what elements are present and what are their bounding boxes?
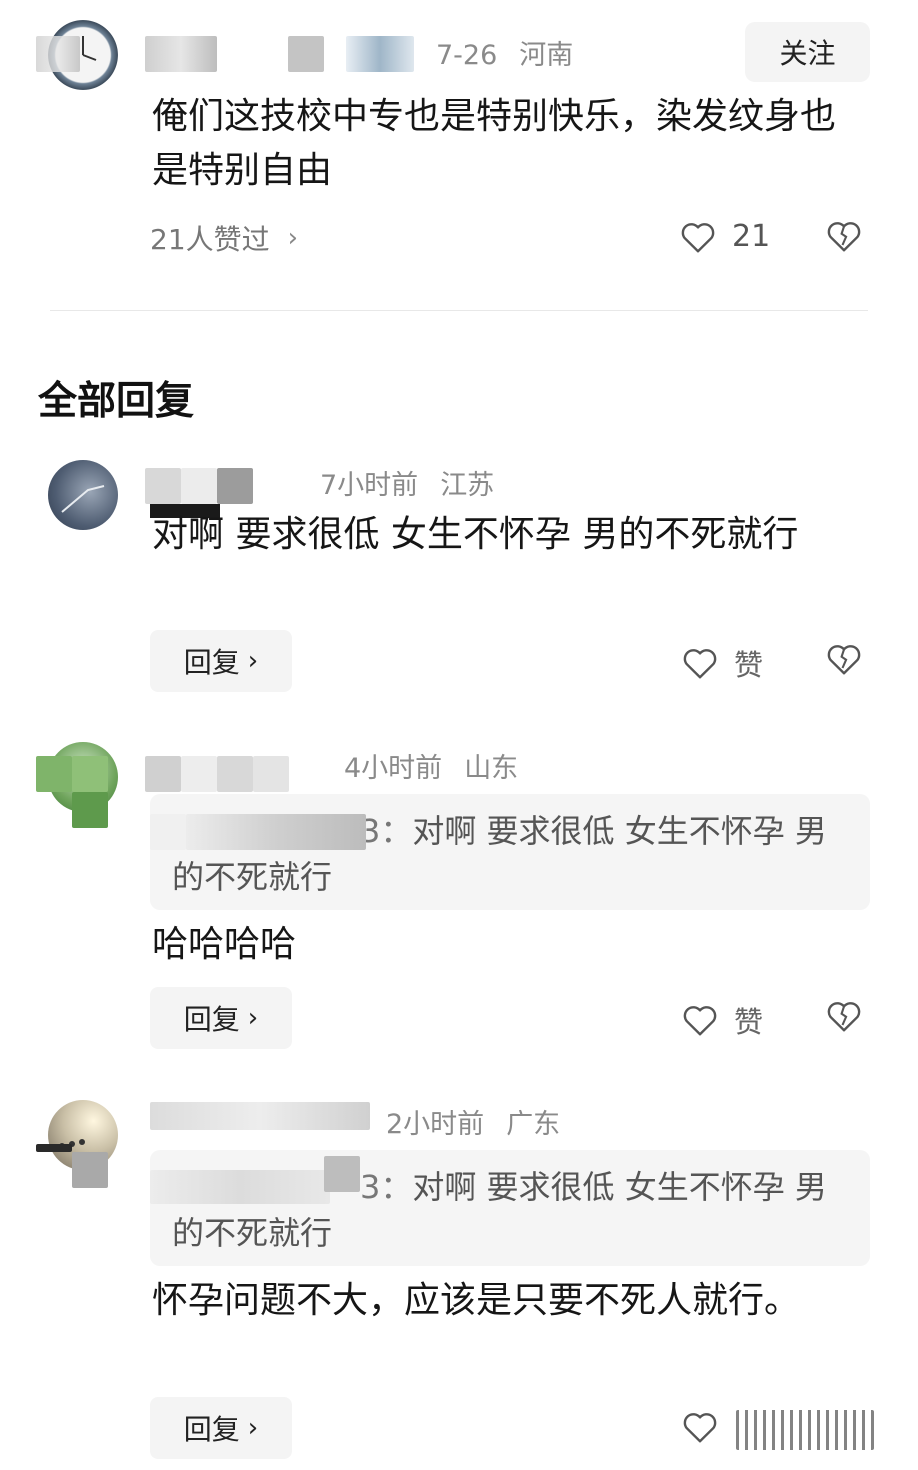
reply-button-label: 回复: [183, 1413, 240, 1446]
chevron-right-icon: ›: [287, 223, 299, 253]
reply-button[interactable]: 回复 ›: [150, 630, 292, 692]
divider: [50, 310, 868, 311]
username-redacted: [346, 36, 414, 72]
comment-meta: 7-26 河南: [436, 33, 573, 72]
username-redacted: [186, 814, 366, 850]
username-redacted: [217, 756, 253, 792]
like-button[interactable]: [682, 1410, 718, 1444]
like-label: 赞: [734, 648, 764, 682]
like-button[interactable]: 赞: [682, 642, 763, 684]
username-redacted: [150, 1170, 330, 1204]
username-redacted: [181, 756, 217, 792]
like-count: 21: [732, 219, 771, 254]
reply-meta: 2小时前 广东: [386, 1102, 560, 1141]
reply-time: 4小时前: [344, 753, 443, 784]
heart-outline-icon: [681, 222, 715, 252]
reply-button[interactable]: 回复 ›: [150, 1397, 292, 1459]
avatar-redacted: [36, 756, 72, 792]
reply-location: 江苏: [440, 470, 495, 501]
reply-button-label: 回复: [183, 1003, 240, 1036]
broken-heart-icon: [827, 645, 861, 675]
username-redacted: [145, 468, 181, 504]
avatar-redacted: [72, 792, 108, 828]
avatar[interactable]: [48, 460, 118, 530]
reply-button-label: 回复: [183, 646, 240, 679]
chevron-right-icon: ›: [247, 646, 259, 676]
dislike-button[interactable]: [826, 999, 862, 1033]
username-redacted: [150, 1102, 370, 1130]
comment-location: 河南: [519, 40, 574, 71]
username-redacted: [288, 36, 324, 72]
username-redacted: [217, 468, 253, 504]
reply-location: 山东: [464, 753, 519, 784]
reply-text: 对啊 要求很低 女生不怀孕 男的不死就行: [152, 514, 799, 555]
reply-text: 怀孕问题不大，应该是只要不死人就行。: [152, 1280, 801, 1321]
username-redacted: [181, 468, 217, 504]
username-redacted: [36, 36, 80, 72]
quoted-username: 3：: [360, 1168, 413, 1206]
username-redacted: [324, 1156, 360, 1192]
follow-button[interactable]: 关注: [745, 22, 870, 82]
broken-heart-icon: [827, 1002, 861, 1032]
reply-meta: 4小时前 山东: [344, 746, 518, 785]
redacted-area: [736, 1410, 874, 1450]
quoted-username: 3：: [360, 812, 413, 850]
username-redacted: [145, 36, 217, 72]
avatar-redacted: [72, 756, 108, 792]
quoted-reply[interactable]: 3：对啊 要求很低 女生不怀孕 男的不死就行: [150, 794, 870, 910]
reply-time: 2小时前: [386, 1109, 485, 1140]
likes-summary-text: 21人赞过: [150, 223, 270, 256]
like-label: 赞: [734, 1005, 764, 1039]
likes-summary-link[interactable]: 21人赞过 ›: [150, 218, 298, 258]
avatar-redacted: [36, 1144, 72, 1152]
reply-button[interactable]: 回复 ›: [150, 987, 292, 1049]
username-redacted: [150, 814, 186, 850]
broken-heart-icon: [827, 222, 861, 252]
like-button[interactable]: 赞: [682, 999, 763, 1041]
dislike-button[interactable]: [826, 642, 862, 676]
comment-date: 7-26: [436, 40, 498, 71]
quoted-reply[interactable]: 3：对啊 要求很低 女生不怀孕 男的不死就行: [150, 1150, 870, 1266]
chevron-right-icon: ›: [247, 1003, 259, 1033]
reply-text: 哈哈哈哈: [152, 924, 297, 965]
reply-meta: 7小时前 江苏: [320, 463, 494, 502]
like-button[interactable]: 21: [680, 219, 770, 254]
username-redacted: [145, 756, 181, 792]
username-redacted: [253, 756, 289, 792]
dislike-button[interactable]: [826, 219, 862, 253]
reply-location: 广东: [506, 1109, 561, 1140]
heart-outline-icon: [683, 1413, 717, 1443]
heart-outline-icon: [683, 649, 717, 679]
comment-text: 俺们这技校中专也是特别快乐，染发纹身也是特别自由: [152, 96, 837, 191]
heart-outline-icon: [683, 1006, 717, 1036]
avatar-graphic: [61, 485, 105, 513]
chevron-right-icon: ›: [247, 1413, 259, 1443]
avatar-redacted: [72, 1152, 108, 1188]
reply-time: 7小时前: [320, 470, 419, 501]
section-title: 全部回复: [38, 379, 195, 424]
